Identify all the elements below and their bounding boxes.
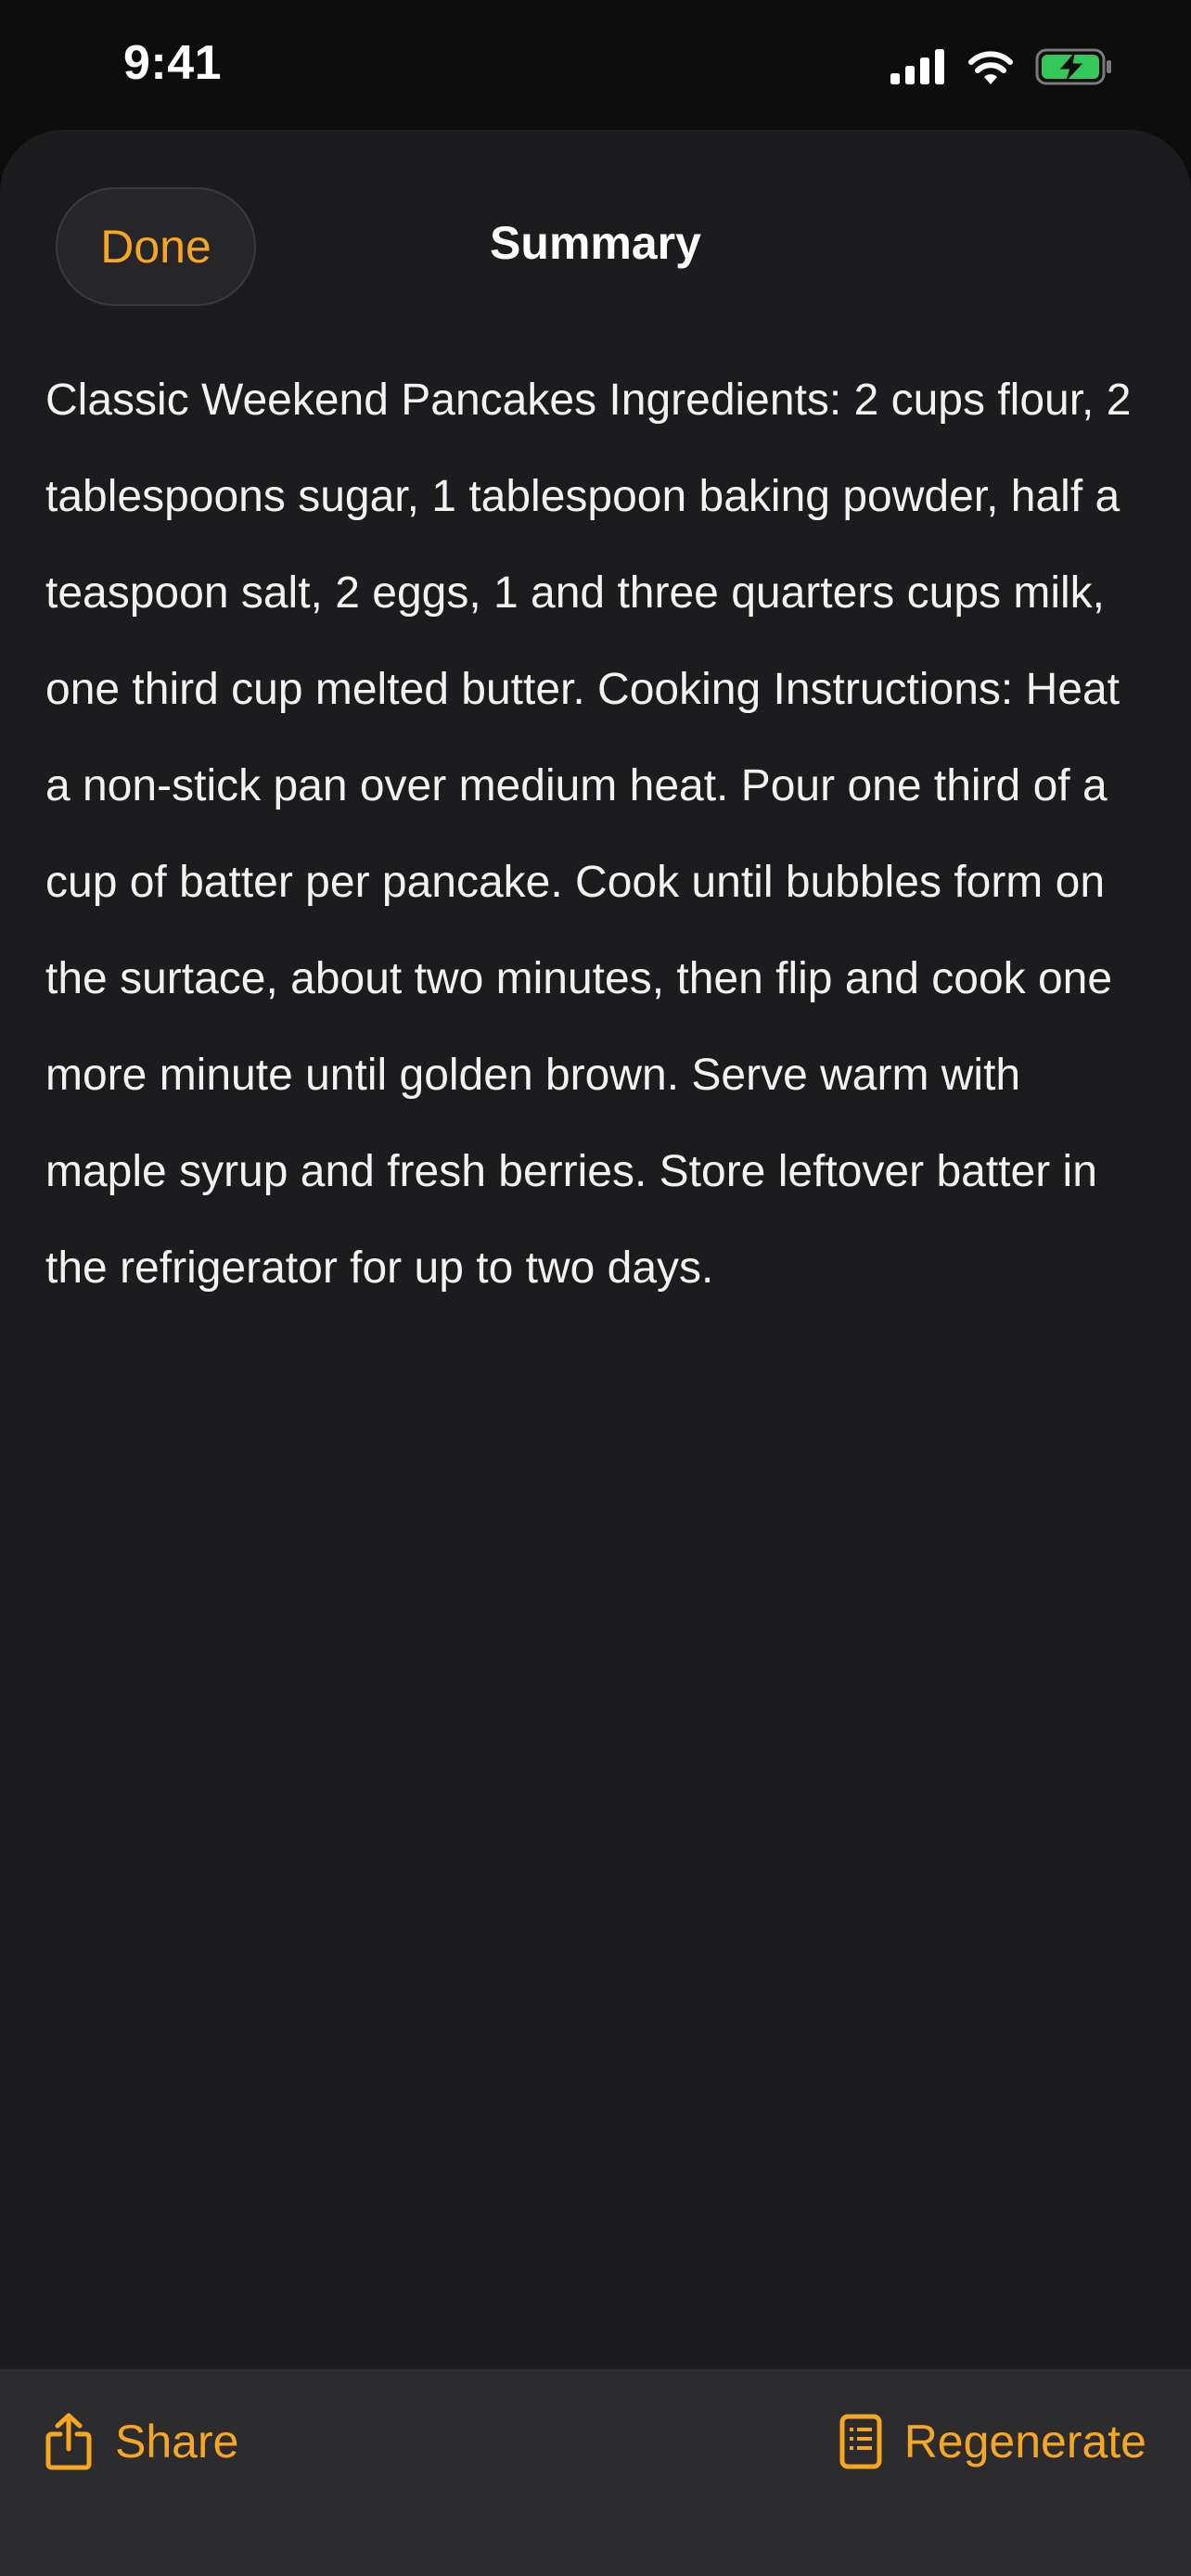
summary-sheet: Done Summary Classic Weekend Pancakes In… <box>0 130 1191 2576</box>
wifi-icon <box>967 49 1015 89</box>
status-bar: 9:41 <box>0 0 1191 130</box>
cellular-signal-icon <box>890 48 946 89</box>
share-icon <box>45 2412 93 2471</box>
share-label: Share <box>115 2416 239 2468</box>
status-icons <box>890 48 1113 89</box>
regenerate-button[interactable]: Regenerate <box>839 2404 1146 2479</box>
sheet-title: Summary <box>490 217 701 269</box>
battery-charging-icon <box>1035 48 1113 90</box>
summary-screen: 9:41 Done Summary Classic Weekend Pancak… <box>0 0 1191 2576</box>
bottom-toolbar: Share Regenerate <box>0 2369 1191 2576</box>
status-time: 9:41 <box>123 36 223 90</box>
document-list-icon <box>839 2414 882 2469</box>
regenerate-label: Regenerate <box>903 2416 1146 2468</box>
summary-text: Classic Weekend Pancakes Ingredients: 2 … <box>45 376 1132 1293</box>
share-button[interactable]: Share <box>45 2404 238 2479</box>
